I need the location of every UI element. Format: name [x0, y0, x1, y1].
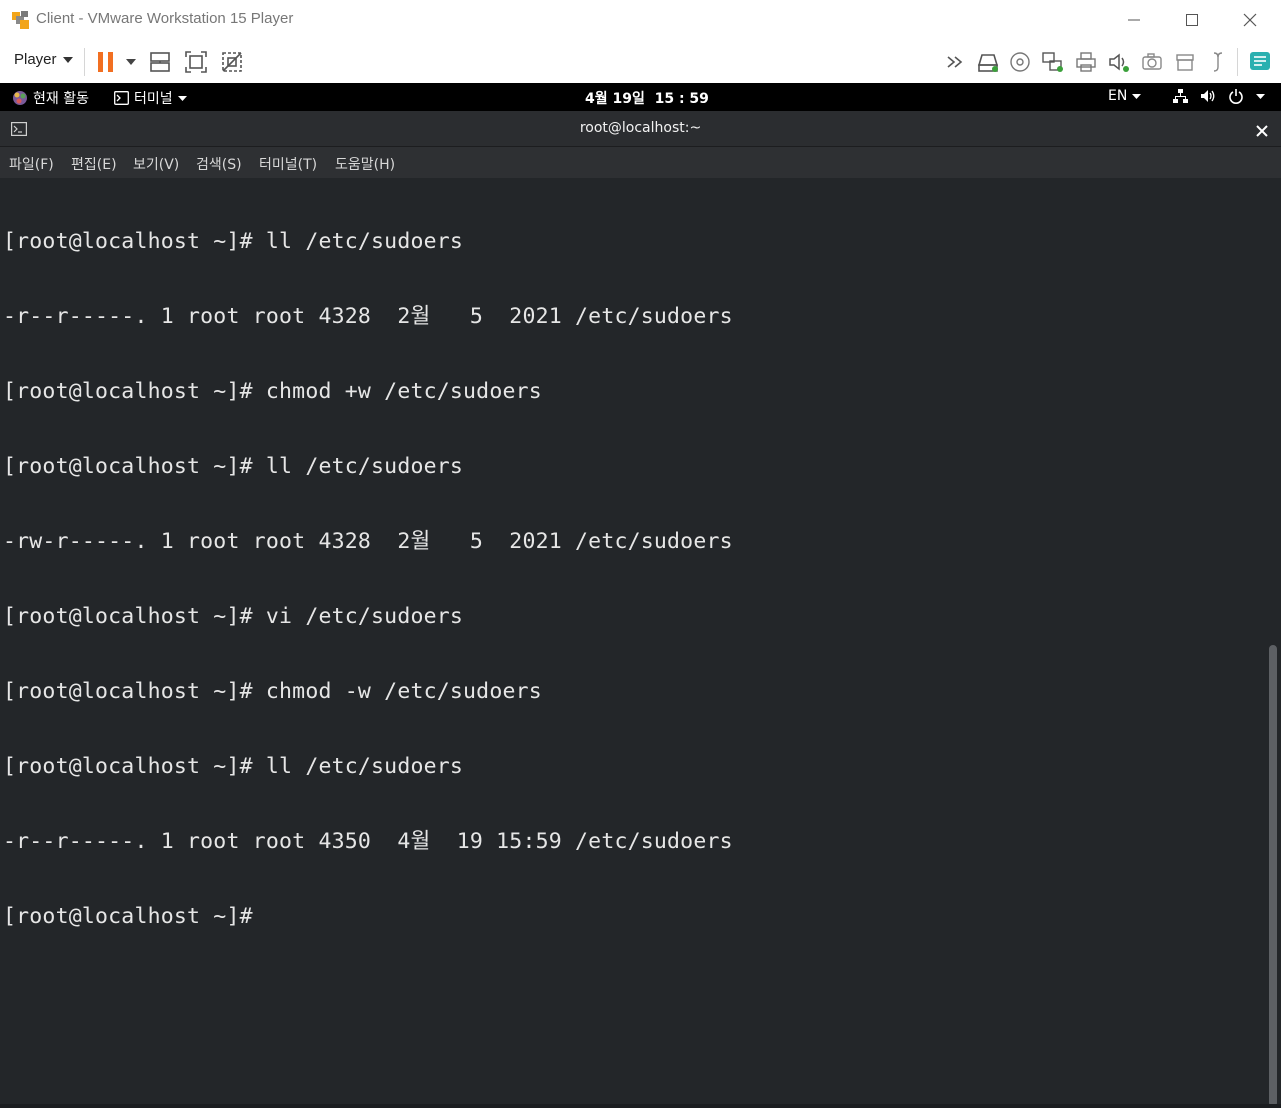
display-icon — [1213, 52, 1223, 72]
send-ctrl-alt-del-button[interactable] — [147, 49, 173, 75]
toolbar-divider — [84, 48, 85, 76]
hard-disk-button[interactable] — [975, 49, 1001, 75]
power-icon — [1229, 89, 1243, 104]
input-language-label: EN — [1108, 88, 1128, 104]
minimize-icon — [1128, 19, 1140, 21]
terminal-line: -r--r-----. 1 root root 4328 2월 5 2021 /… — [3, 304, 733, 329]
usb-controller-icon — [1176, 54, 1194, 71]
terminal-line: [root@localhost ~]# ll /etc/sudoers — [3, 754, 464, 779]
gnome-top-bar: 현재 활동 터미널 4월 19일 15 : 59 EN — [0, 83, 1281, 111]
fullscreen-icon — [185, 51, 207, 73]
input-language-button[interactable]: EN — [1108, 88, 1142, 104]
vmware-logo-icon — [10, 9, 32, 31]
terminal-app-icon — [114, 91, 129, 105]
terminal-output-area[interactable]: [root@localhost ~]# ll /etc/sudoers -r--… — [0, 178, 1281, 1108]
printer-button[interactable] — [1073, 49, 1099, 75]
sound-card-icon — [1109, 53, 1129, 72]
pause-icon — [98, 52, 113, 72]
player-menu-button[interactable]: Player — [14, 51, 73, 68]
more-icon — [947, 56, 963, 68]
maximize-icon — [1186, 14, 1198, 26]
send-ctrl-alt-del-icon — [150, 52, 170, 72]
hard-disk-icon — [977, 54, 999, 72]
app-menu-label: 터미널 — [134, 91, 173, 107]
menu-search[interactable]: 검색(S) — [196, 154, 242, 174]
close-window-button[interactable] — [1221, 0, 1279, 40]
menu-terminal[interactable]: 터미널(T) — [259, 154, 317, 174]
network-wired-icon — [1173, 89, 1188, 103]
chevron-down-icon — [62, 56, 73, 63]
printer-icon — [1076, 52, 1096, 72]
window-title: Client - VMware Workstation 15 Player — [36, 10, 294, 27]
close-terminal-button[interactable] — [1256, 122, 1268, 141]
menu-view[interactable]: 보기(V) — [133, 154, 179, 174]
chevron-down-icon — [177, 95, 187, 101]
minimize-button[interactable] — [1105, 0, 1163, 40]
network-adapter-button[interactable] — [1040, 49, 1066, 75]
system-menu-button[interactable] — [1172, 88, 1265, 104]
network-adapter-icon — [1042, 52, 1063, 72]
unity-icon — [222, 52, 242, 72]
terminal-line: -rw-r-----. 1 root root 4328 2월 5 2021 /… — [3, 529, 733, 554]
activities-icon — [13, 91, 27, 105]
menu-file[interactable]: 파일(F) — [9, 154, 54, 174]
terminal-menubar: 파일(F) 편집(E) 보기(V) 검색(S) 터미널(T) 도움말(H) — [0, 147, 1281, 178]
terminal-prompt-line: [root@localhost ~]# — [3, 904, 253, 929]
vmware-toolbar: Player — [0, 40, 1281, 84]
message-log-icon — [1250, 52, 1270, 70]
terminal-scrollbar[interactable] — [1269, 645, 1277, 1107]
close-icon — [1243, 13, 1257, 27]
player-menu-label: Player — [14, 51, 57, 68]
clock-button[interactable]: 4월 19일 15 : 59 — [585, 88, 709, 108]
toolbar-divider — [1237, 48, 1238, 76]
usb-controller-button[interactable] — [1172, 49, 1198, 75]
menu-help[interactable]: 도움말(H) — [335, 154, 395, 174]
dropdown-arrow-icon — [126, 59, 136, 65]
display-button[interactable] — [1205, 49, 1231, 75]
terminal-line: [root@localhost ~]# ll /etc/sudoers — [3, 454, 464, 479]
sound-card-button[interactable] — [1106, 49, 1132, 75]
more-devices-button[interactable] — [944, 49, 970, 75]
close-icon — [1256, 125, 1268, 137]
camera-icon — [1142, 53, 1162, 70]
activities-button[interactable]: 현재 활동 — [12, 88, 89, 108]
terminal-line: -r--r-----. 1 root root 4350 4월 19 15:59… — [3, 829, 733, 854]
camera-button[interactable] — [1139, 49, 1165, 75]
app-menu-button[interactable]: 터미널 — [114, 88, 187, 108]
terminal-line: [root@localhost ~]# vi /etc/sudoers — [3, 604, 464, 629]
cd-dvd-icon — [1010, 52, 1030, 72]
vmware-title-bar: Client - VMware Workstation 15 Player — [0, 0, 1281, 41]
maximize-button[interactable] — [1163, 0, 1221, 40]
menu-edit[interactable]: 편집(E) — [71, 154, 117, 174]
terminal-title: root@localhost:~ — [579, 120, 702, 136]
chevron-down-icon — [1256, 93, 1265, 99]
cd-dvd-button[interactable] — [1007, 49, 1033, 75]
unity-button[interactable] — [219, 49, 245, 75]
terminal-header-bar: root@localhost:~ — [0, 111, 1281, 147]
clock-label: 4월 19일 15 : 59 — [585, 91, 709, 107]
chevron-down-icon — [1132, 93, 1142, 99]
terminal-line: [root@localhost ~]# chmod +w /etc/sudoer… — [3, 379, 542, 404]
terminal-lines: [root@localhost ~]# ll /etc/sudoers -r--… — [3, 179, 733, 979]
pause-button[interactable] — [93, 49, 119, 75]
message-log-button[interactable] — [1247, 49, 1273, 75]
terminal-line: [root@localhost ~]# ll /etc/sudoers — [3, 229, 464, 254]
power-options-dropdown[interactable] — [118, 49, 144, 75]
fullscreen-button[interactable] — [183, 49, 209, 75]
terminal-line: [root@localhost ~]# chmod -w /etc/sudoer… — [3, 679, 542, 704]
volume-icon — [1201, 90, 1215, 102]
window-bottom-edge — [0, 1104, 1281, 1108]
activities-label: 현재 활동 — [33, 91, 89, 107]
